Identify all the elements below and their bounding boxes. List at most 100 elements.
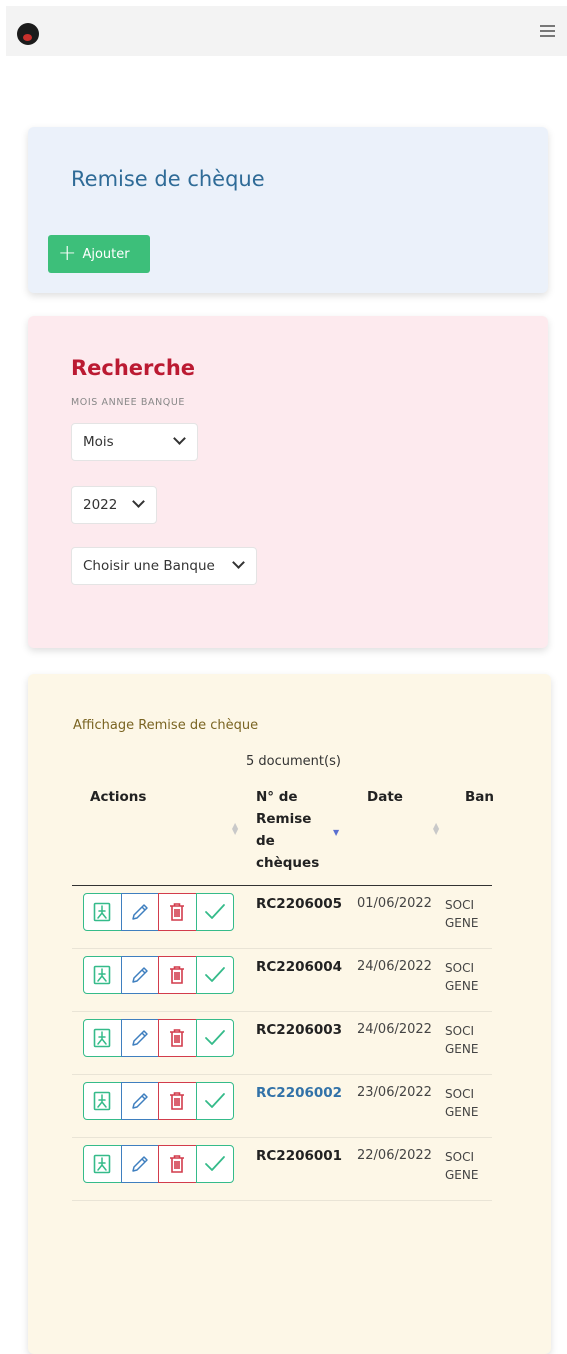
bank-name-line: SOCI [445,898,474,912]
table-row: RC2206004 24/06/2022 SOCI GENE [72,949,492,1012]
search-card: Recherche MOIS ANNEE BANQUE Mois 2022 Ch… [28,316,548,648]
document-count: 5 document(s) [246,754,341,769]
bank-name-line: GENE [445,979,479,993]
edit-button[interactable] [120,1019,159,1057]
pdf-button[interactable] [83,956,122,994]
pencil-icon [132,904,148,920]
bank-name-line: GENE [445,1168,479,1182]
table-row: RC2206002 23/06/2022 SOCI GENE [72,1075,492,1138]
validate-button[interactable] [195,1082,234,1120]
hamburger-icon[interactable] [540,25,555,37]
delete-button[interactable] [158,956,197,994]
pencil-icon [132,967,148,983]
row-actions [83,1019,237,1057]
col-numero-line: de [256,833,275,849]
results-card: Affichage Remise de chèque 5 document(s)… [28,674,551,1354]
sort-desc-icon[interactable]: ▼ [333,829,339,837]
table-row: RC2206003 24/06/2022 SOCI GENE [72,1012,492,1075]
table-row: RC2206001 22/06/2022 SOCI GENE [72,1138,492,1201]
sort-icon[interactable]: ▲ ▼ [433,822,439,836]
row-actions [83,1145,237,1183]
pencil-icon [132,1030,148,1046]
filter-label: MOIS ANNEE BANQUE [71,397,186,408]
results-title: Affichage Remise de chèque [73,718,259,733]
search-title: Recherche [71,356,196,380]
pdf-icon [93,965,111,985]
edit-button[interactable] [120,1082,159,1120]
cheque-card: Remise de chèque + Ajouter [28,127,548,293]
bank-name: SOCI GENE [445,1022,492,1058]
chevron-down-icon [132,495,145,508]
trash-icon [170,966,185,984]
bank-name: SOCI GENE [445,1085,492,1121]
pdf-icon [93,902,111,922]
month-select[interactable]: Mois [71,423,198,461]
pdf-button[interactable] [83,1082,122,1120]
remise-date: 24/06/2022 [357,1022,432,1037]
delete-button[interactable] [158,1145,197,1183]
chevron-down-icon [232,556,245,569]
remise-number: RC2206003 [256,1022,343,1038]
remise-date: 01/06/2022 [357,896,432,911]
add-button[interactable]: + Ajouter [48,235,150,273]
pdf-button[interactable] [83,1019,122,1057]
trash-icon [170,1029,185,1047]
validate-button[interactable] [195,893,234,931]
bank-name-line: SOCI [445,1024,474,1038]
bank-name-line: SOCI [445,1150,474,1164]
pencil-icon [132,1156,148,1172]
remise-number[interactable]: RC2206002 [256,1085,342,1101]
bank-name-line: GENE [445,1042,479,1056]
validate-button[interactable] [195,956,234,994]
month-select-value: Mois [83,434,114,450]
edit-button[interactable] [120,956,159,994]
check-icon [204,1093,225,1108]
pdf-icon [93,1091,111,1111]
bank-name-line: SOCI [445,1087,474,1101]
bank-select[interactable]: Choisir une Banque [71,547,257,585]
year-select-value: 2022 [83,497,118,513]
remise-number: RC2206001 [256,1148,343,1164]
col-banque[interactable]: Ban [465,786,494,808]
remise-date: 22/06/2022 [357,1148,432,1163]
app-logo[interactable] [17,23,39,45]
col-numero-line: chèques [256,855,320,871]
pdf-icon [93,1154,111,1174]
col-numero[interactable]: N° de Remise de chèques [256,786,319,874]
pencil-icon [132,1093,148,1109]
sort-icon[interactable]: ▲ ▼ [232,822,238,836]
row-actions [83,893,237,931]
validate-button[interactable] [195,1019,234,1057]
top-navbar [6,6,567,56]
pdf-icon [93,1028,111,1048]
col-numero-line: Remise [256,811,312,827]
remise-number: RC2206005 [256,896,343,912]
row-actions [83,1082,237,1120]
check-icon [204,904,225,919]
col-date[interactable]: Date [367,786,403,808]
col-numero-line: N° de [256,789,298,805]
remise-date: 24/06/2022 [357,959,432,974]
bank-select-value: Choisir une Banque [83,558,215,574]
page-title: Remise de chèque [71,167,265,191]
edit-button[interactable] [120,1145,159,1183]
trash-icon [170,903,185,921]
row-actions [83,956,237,994]
delete-button[interactable] [158,1019,197,1057]
delete-button[interactable] [158,1082,197,1120]
check-icon [204,1030,225,1045]
bank-name: SOCI GENE [445,896,492,932]
validate-button[interactable] [195,1145,234,1183]
edit-button[interactable] [120,893,159,931]
remise-date: 23/06/2022 [357,1085,432,1100]
year-select[interactable]: 2022 [71,486,157,524]
table-row: RC2206005 01/06/2022 SOCI GENE [72,886,492,949]
pdf-button[interactable] [83,1145,122,1183]
bank-name-line: SOCI [445,961,474,975]
plus-icon: + [58,241,77,266]
pdf-button[interactable] [83,893,122,931]
add-button-label: Ajouter [82,246,130,262]
col-actions[interactable]: Actions [90,786,146,808]
delete-button[interactable] [158,893,197,931]
check-icon [204,967,225,982]
